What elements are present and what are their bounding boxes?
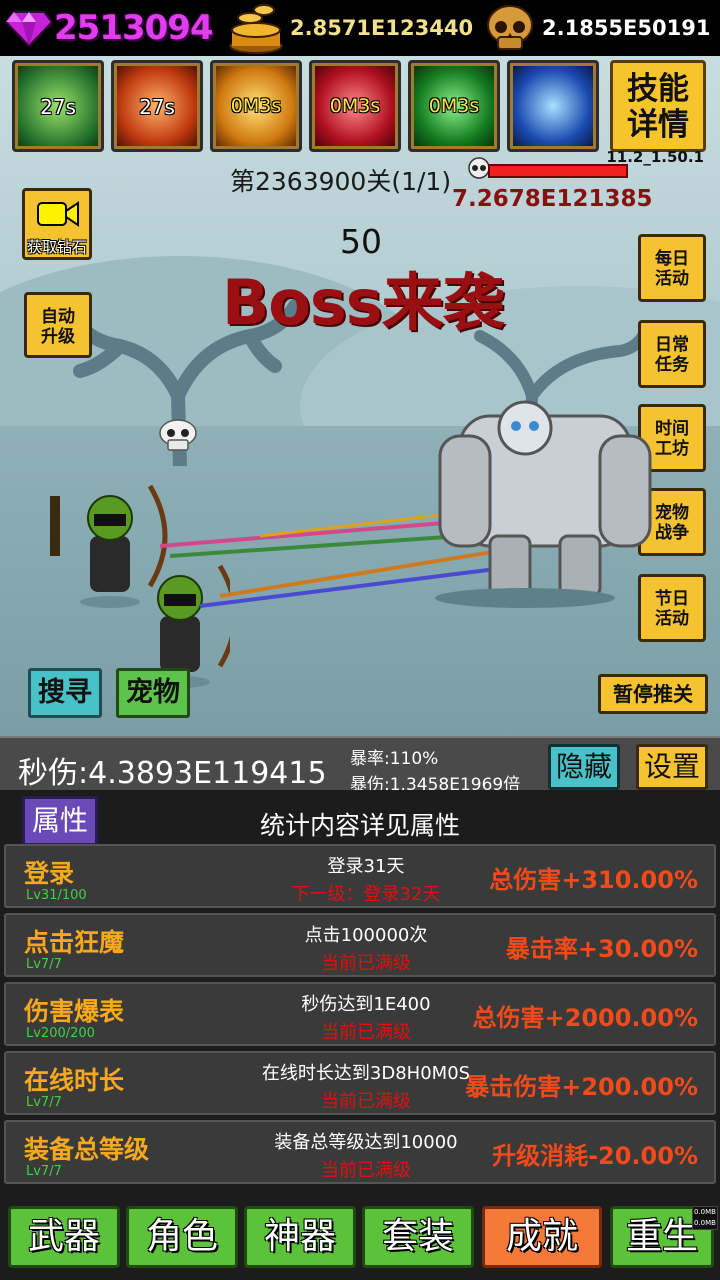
- search-button[interactable]: 搜寻: [28, 668, 102, 718]
- skill-slot-5[interactable]: 0M3s: [408, 60, 500, 152]
- panel-hint: 统计内容详见属性: [259, 811, 460, 840]
- achievement-name: 点击狂魔: [24, 928, 125, 957]
- achievement-level: Lv7/7: [26, 1164, 62, 1179]
- achievement-level: Lv200/200: [26, 1026, 95, 1041]
- achievement-next: 下一级：登录32天: [291, 884, 441, 905]
- nav-achievements[interactable]: 成就: [482, 1206, 602, 1268]
- boss-hp-bar: [488, 164, 628, 178]
- achievement-row[interactable]: 点击狂魔 Lv7/7 点击100000次 当前已满级 暴击率+30.00%: [4, 913, 716, 977]
- golden-skull-icon: [484, 3, 536, 53]
- achievement-bonus: 总伤害+310.00%: [489, 866, 698, 894]
- gem-resource: 2513094: [6, 0, 214, 56]
- gold-count: 2.8571E123440: [290, 16, 474, 40]
- achievement-level: Lv31/100: [26, 888, 87, 903]
- achievement-panel: 属性 统计内容详见属性 登录 Lv31/100 登录31天 下一级：登录32天 …: [0, 790, 720, 1200]
- achievement-bonus: 暴击伤害+200.00%: [465, 1073, 698, 1101]
- achievement-desc: 登录31天: [327, 856, 405, 877]
- stage-label: 第2363900关(1/1): [230, 167, 452, 196]
- achievement-bonus: 总伤害+2000.00%: [472, 1004, 698, 1032]
- achievement-next: 当前已满级: [321, 953, 411, 974]
- skill-slot-3[interactable]: 0M3s: [210, 60, 302, 152]
- pet-button[interactable]: 宠物: [116, 668, 190, 718]
- crit-rate: 暴率:110%: [350, 749, 439, 769]
- stone-golem-boss: [435, 400, 652, 608]
- hide-button[interactable]: 隐藏: [548, 744, 620, 790]
- ground-skull-icon: [159, 419, 197, 451]
- achievement-name: 在线时长: [24, 1066, 125, 1095]
- boss-incoming-title: Boss来袭: [222, 266, 505, 339]
- gold-coins-icon: [228, 2, 284, 54]
- achievement-row[interactable]: 伤害爆表 Lv200/200 秒伤达到1E400 当前已满级 总伤害+2000.…: [4, 982, 716, 1046]
- skill-detail-button[interactable]: 技能 详情: [610, 60, 706, 152]
- achievement-name: 装备总等级: [24, 1135, 150, 1164]
- nav-weapons[interactable]: 武器: [8, 1206, 120, 1268]
- skill-bar: 27s 27s 0M3s 0M3s 0M3s: [12, 60, 599, 152]
- watch-video-label: 获取钻石: [26, 238, 87, 256]
- achievement-name: 登录: [24, 859, 75, 888]
- achievement-level: Lv7/7: [26, 957, 62, 972]
- boss-hp-value: 7.2678E121385: [452, 186, 653, 212]
- stats-bar: 秒伤:4.3893E119415 暴率:110% 暴伤:1.3458E1969倍…: [0, 736, 720, 795]
- achievement-row[interactable]: 装备总等级 Lv7/7 装备总等级达到10000 当前已满级 升级消耗-20.0…: [4, 1120, 716, 1184]
- skill-cooldown: 27s: [139, 95, 175, 119]
- gem-count: 2513094: [54, 8, 214, 48]
- skill-slot-1[interactable]: 27s: [12, 60, 104, 152]
- achievement-next: 当前已满级: [321, 1160, 411, 1181]
- skill-slot-6[interactable]: [507, 60, 599, 152]
- resource-bar: 2513094 2.8571E123440 2.1855E50191: [0, 0, 720, 56]
- skill-cooldown: 0M3s: [329, 95, 381, 117]
- settings-button[interactable]: 设置: [636, 744, 708, 790]
- achievement-level: Lv7/7: [26, 1095, 62, 1110]
- auto-upgrade-button[interactable]: 自动 升级: [24, 292, 92, 358]
- pause-push-button[interactable]: 暂停推关: [598, 674, 708, 714]
- achievement-list: 登录 Lv31/100 登录31天 下一级：登录32天 总伤害+310.00% …: [4, 844, 716, 1189]
- skill-cooldown: 0M3s: [230, 95, 282, 117]
- achievement-row[interactable]: 登录 Lv31/100 登录31天 下一级：登录32天 总伤害+310.00%: [4, 844, 716, 908]
- gold-resource: 2.8571E123440: [228, 0, 473, 56]
- soul-resource: 2.1855E50191: [484, 0, 710, 56]
- battle-scene[interactable]: 27s 27s 0M3s 0M3s 0M3s 技能 详情 11.2_1.50.1…: [0, 56, 720, 736]
- bottom-nav: 武器 角色 神器 套装 成就 重生: [0, 1200, 720, 1280]
- nav-artifact[interactable]: 神器: [244, 1206, 356, 1268]
- achievement-bonus: 暴击率+30.00%: [505, 935, 698, 963]
- achievement-name: 伤害爆表: [24, 997, 125, 1026]
- skill-slot-2[interactable]: 27s: [111, 60, 203, 152]
- achievement-desc: 装备总等级达到10000: [274, 1132, 458, 1153]
- dps-value: 秒伤:4.3893E119415: [18, 756, 327, 791]
- achievement-row[interactable]: 在线时长 Lv7/7 在线时长达到3D8H0M0S 当前已满级 暴击伤害+200…: [4, 1051, 716, 1115]
- diamond-icon: [6, 8, 52, 48]
- memory-indicator: 0.0MB 0.0MB: [692, 1206, 718, 1230]
- skill-slot-4[interactable]: 0M3s: [309, 60, 401, 152]
- video-camera-icon: [37, 201, 79, 227]
- skill-cooldown: 0M3s: [428, 95, 480, 117]
- skill-cooldown: 27s: [40, 95, 76, 119]
- achievement-bonus: 升级消耗-20.00%: [492, 1142, 698, 1170]
- nav-character[interactable]: 角色: [126, 1206, 238, 1268]
- daily-event-button[interactable]: 每日 活动: [638, 234, 706, 302]
- watch-video-button[interactable]: 获取钻石: [22, 188, 92, 260]
- soul-count: 2.1855E50191: [542, 16, 711, 40]
- nav-set[interactable]: 套装: [362, 1206, 474, 1268]
- achievement-desc: 点击100000次: [304, 925, 428, 946]
